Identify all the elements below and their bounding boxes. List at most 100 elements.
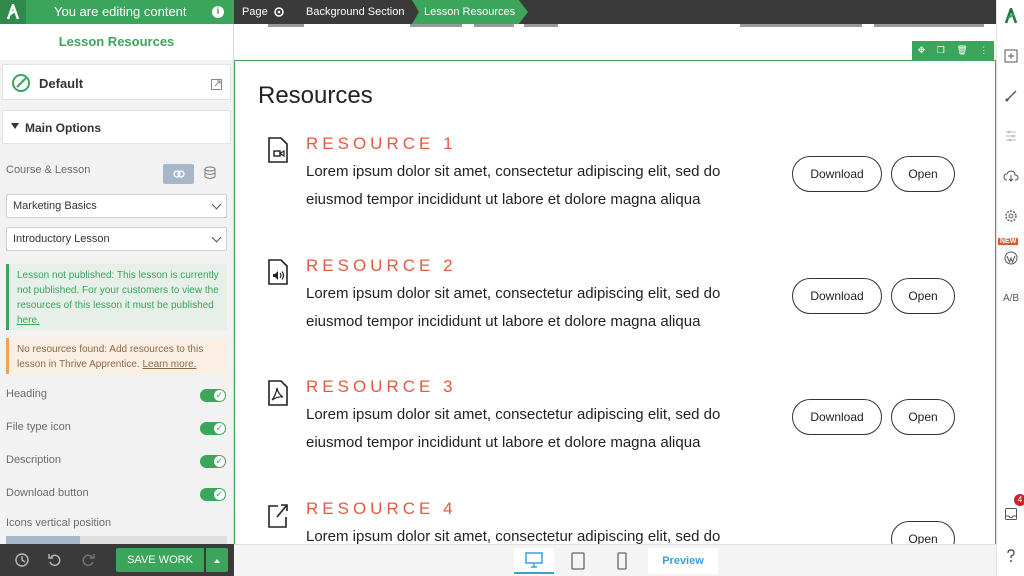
lesson-unpublished-notice: Lesson not published: This lesson is cur… [6,264,227,330]
previous-section-edge [234,24,996,28]
left-sidebar: Lesson Resources Default Main Options Co… [0,24,234,544]
save-work-button[interactable]: SAVE WORK [116,548,204,572]
caret-down-icon [11,123,19,129]
ab-test-label: A/B [1002,292,1020,304]
element-toolbar: ✥ ❐ 🗑 ⋮ [912,41,994,60]
open-button[interactable]: Open [891,278,955,314]
toggle-label-download-button: Download button [6,487,89,499]
database-icon[interactable] [204,166,216,185]
chevron-down-icon [211,199,222,210]
info-icon[interactable]: i [212,6,224,18]
description-toggle[interactable]: ✓ [200,455,226,468]
resource-item: RESOURCE 2 Lorem ipsum dolor sit amet, c… [234,248,996,358]
breadcrumb: Page Background Section Lesson Resources [234,0,996,24]
heading-toggle[interactable]: ✓ [200,389,226,402]
device-preview-bar: Preview [234,544,996,576]
chevron-down-icon [211,232,222,243]
check-icon: ✓ [215,489,223,499]
course-select[interactable]: Marketing Basics [6,194,227,218]
redo-icon[interactable] [80,552,96,568]
file-type-icon-toggle[interactable]: ✓ [200,422,226,435]
lesson-select[interactable]: Introductory Lesson [6,227,227,251]
delete-icon[interactable]: 🗑 [956,45,967,56]
editor-app: You are editing content i Page Backgroun… [0,0,1024,576]
thrive-logo-icon[interactable] [0,0,26,24]
brush-icon[interactable] [997,82,1024,110]
main-options-header[interactable]: Main Options [2,110,231,144]
open-external-icon[interactable] [211,77,222,95]
add-element-icon[interactable] [997,42,1024,70]
check-icon: ✓ [215,423,223,433]
download-button[interactable]: Download [792,156,882,192]
icons-vertical-position-label: Icons vertical position [6,517,112,529]
check-icon: ✓ [215,390,223,400]
main-options-label: Main Options [25,121,101,135]
download-button[interactable]: Download [792,278,882,314]
open-button[interactable]: Open [891,521,955,544]
resource-description: Lorem ipsum dolor sit amet, consectetur … [306,528,721,544]
tablet-view-icon[interactable] [558,548,598,574]
mobile-view-icon[interactable] [602,548,642,574]
publish-here-link[interactable]: here. [17,315,40,326]
ab-test-icon[interactable]: A/B [997,284,1024,312]
download-button[interactable]: Download [792,399,882,435]
breadcrumb-lesson-resources[interactable]: Lesson Resources [412,0,528,24]
thrive-architect-logo-icon[interactable] [997,2,1024,30]
resource-item: RESOURCE 4 Lorem ipsum dolor sit amet, c… [234,491,996,544]
editor-canvas: ✥ ❐ 🗑 ⋮ Resources RESOURCE 1 Lorem ipsum… [234,24,996,544]
sidebar-title: Lesson Resources [0,24,233,60]
settings-sliders-icon[interactable] [997,122,1024,150]
settings-gear-icon[interactable] [997,202,1024,230]
page-settings-gear-icon[interactable] [272,0,286,24]
lesson-unpublished-text: Lesson not published: This lesson is cur… [17,270,219,311]
resource-description: Lorem ipsum dolor sit amet, consectetur … [306,163,721,208]
resources-heading: Resources [258,82,373,109]
resource-title: RESOURCE 1 [306,134,457,153]
breadcrumb-background-section[interactable]: Background Section [306,0,404,24]
resource-description: Lorem ipsum dolor sit amet, consectetur … [306,285,721,330]
resource-title: RESOURCE 2 [306,256,457,275]
style-template-label: Default [39,76,84,91]
resource-item: RESOURCE 3 Lorem ipsum dolor sit amet, c… [234,369,996,479]
pdf-file-icon [266,379,290,407]
resource-title: RESOURCE 3 [306,377,457,396]
right-toolbar: NEW A/B 4 [996,0,1024,576]
download-button-toggle[interactable]: ✓ [200,488,226,501]
editing-status-text: You are editing content [54,4,187,19]
external-link-icon [266,501,290,529]
learn-more-link[interactable]: Learn more. [142,359,196,370]
check-icon: ✓ [215,456,223,466]
course-lesson-label: Course & Lesson [6,164,91,176]
breadcrumb-page[interactable]: Page [242,0,268,24]
open-button[interactable]: Open [891,399,955,435]
cloud-download-icon[interactable] [997,162,1024,190]
toggle-label-heading: Heading [6,388,47,400]
toggle-label-description: Description [6,454,62,466]
help-icon[interactable] [997,542,1024,570]
bottom-left-toolbar: SAVE WORK [0,544,234,576]
preview-button[interactable]: Preview [648,548,718,574]
undo-icon[interactable] [47,552,63,568]
duplicate-icon[interactable]: ❐ [937,45,945,56]
wordpress-icon[interactable] [997,244,1024,272]
link-icon[interactable] [163,164,194,184]
desktop-view-icon[interactable] [514,548,554,574]
no-resources-notice: No resources found: Add resources to thi… [6,338,227,374]
more-options-icon[interactable]: ⋮ [979,45,988,56]
video-file-icon [266,136,290,164]
lesson-select-value: Introductory Lesson [13,233,110,245]
style-template-selector[interactable]: Default [2,64,231,100]
move-icon[interactable]: ✥ [918,45,926,56]
history-icon[interactable] [14,552,30,568]
icons-vertical-position-control[interactable] [6,536,227,544]
segment-active[interactable] [6,536,80,544]
course-select-value: Marketing Basics [13,200,97,212]
editing-status-bar: You are editing content i [0,0,234,24]
resource-item: RESOURCE 1 Lorem ipsum dolor sit amet, c… [234,126,996,236]
resource-description: Lorem ipsum dolor sit amet, consectetur … [306,406,721,451]
paint-palette-icon [11,73,31,98]
toggle-label-file-type-icon: File type icon [6,421,71,433]
save-options-chevron-up-icon[interactable] [206,548,228,572]
notification-count-badge: 4 [1014,494,1024,506]
open-button[interactable]: Open [891,156,955,192]
